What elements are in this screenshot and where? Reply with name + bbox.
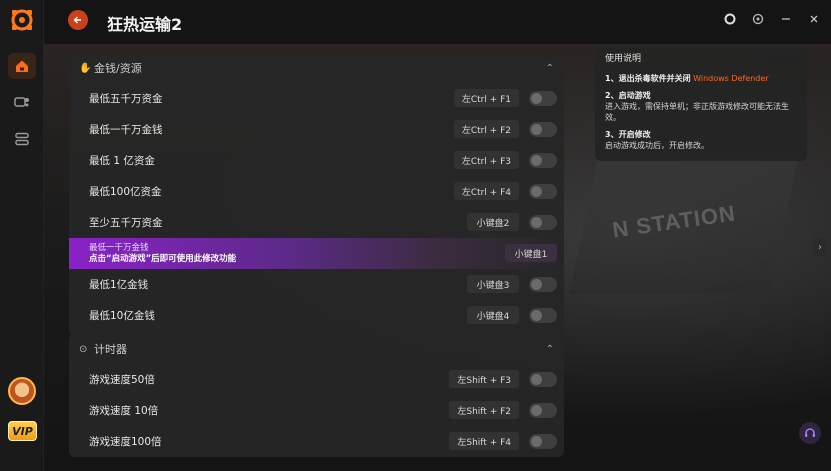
- hotkey-button[interactable]: 小键盘3: [467, 275, 519, 293]
- avatar[interactable]: [8, 377, 36, 405]
- app-logo-icon: [10, 8, 34, 32]
- database-icon: [15, 132, 29, 146]
- cheat-toggle[interactable]: [529, 153, 557, 168]
- sidebar: VIP: [0, 0, 44, 471]
- cheat-row-locked[interactable]: 最低一千万金钱 点击“启动游戏”后即可使用此修改功能 小键盘1: [69, 238, 564, 269]
- cheat-row: 最低100亿资金 左Ctrl + F4: [69, 176, 564, 207]
- money-section-header[interactable]: ✋ 金钱/资源 ⌃: [69, 53, 564, 83]
- cheat-label: 游戏速度100倍: [89, 436, 162, 448]
- cheat-hint-text: 点击“启动游戏”后即可使用此修改功能: [89, 253, 237, 264]
- instruction-step-1: 1、退出杀毒软件并关闭 Windows Defender: [605, 74, 769, 83]
- cheat-toggle[interactable]: [529, 372, 557, 387]
- hotkey-button[interactable]: 左Ctrl + F4: [453, 182, 519, 200]
- sidebar-storage-button[interactable]: [8, 126, 36, 152]
- clock-icon: ⊙: [79, 343, 88, 355]
- cheat-row: 最低一千万金钱 左Ctrl + F2: [69, 114, 564, 145]
- money-section-title: 金钱/资源: [94, 62, 142, 75]
- hotkey-button[interactable]: 左Ctrl + F2: [453, 120, 519, 138]
- chevron-up-icon[interactable]: ⌃: [546, 63, 554, 74]
- window-controls: [723, 12, 821, 26]
- cheat-toggle[interactable]: [529, 184, 557, 199]
- home-icon: [16, 60, 28, 72]
- timer-section-header[interactable]: ⊙ 计时器 ⌃: [69, 334, 564, 364]
- chevron-right-icon[interactable]: ›: [813, 238, 827, 256]
- instructions-panel: 使用说明 1、退出杀毒软件并关闭 Windows Defender 2、启动游戏…: [595, 46, 807, 161]
- hand-icon: ✋: [79, 62, 92, 74]
- cheat-row: 最低10亿金钱 小键盘4: [69, 300, 564, 331]
- gamepad-icon: [14, 97, 29, 107]
- cheat-toggle[interactable]: [529, 308, 557, 323]
- cheat-row: 游戏速度 10倍 左Shift + F2: [69, 395, 564, 426]
- cheat-label: 最低五千万资金: [89, 93, 163, 105]
- header: 狂热运输2: [44, 0, 831, 44]
- cheat-label: 最低 1 亿资金: [89, 155, 155, 167]
- hotkey-button[interactable]: 小键盘2: [467, 213, 519, 231]
- back-button[interactable]: [68, 10, 88, 30]
- cheat-toggle[interactable]: [529, 434, 557, 449]
- close-icon[interactable]: [807, 12, 821, 26]
- cheat-toggle[interactable]: [529, 122, 557, 137]
- instruction-step-3: 3、开启修改 启动游戏成功后，开启修改。: [605, 130, 709, 150]
- hotkey-button[interactable]: 左Shift + F2: [449, 401, 519, 419]
- instruction-step-2: 2、启动游戏 进入游戏，需保持单机；非正版游戏修改可能无法生效。: [605, 91, 789, 122]
- cheat-toggle[interactable]: [529, 277, 557, 292]
- cheat-label: 至少五千万资金: [89, 217, 163, 229]
- hotkey-button[interactable]: 左Shift + F4: [449, 432, 519, 450]
- settings-icon[interactable]: [751, 12, 765, 26]
- cheat-row: 最低五千万资金 左Ctrl + F1: [69, 83, 564, 114]
- windows-defender-link[interactable]: Windows Defender: [693, 74, 768, 83]
- cheat-label: 最低10亿金钱: [89, 310, 155, 322]
- cheat-row: 最低1亿金钱 小键盘3: [69, 269, 564, 300]
- cheat-row: 最低 1 亿资金 左Ctrl + F3: [69, 145, 564, 176]
- hotkey-button[interactable]: 小键盘4: [467, 306, 519, 324]
- money-section: ✋ 金钱/资源 ⌃ 最低五千万资金 左Ctrl + F1 最低一千万金钱 左Ct…: [69, 53, 564, 336]
- cheat-toggle[interactable]: [529, 91, 557, 106]
- sidebar-games-button[interactable]: [8, 89, 36, 115]
- hotkey-button[interactable]: 小键盘1: [505, 244, 557, 262]
- cheat-toggle[interactable]: [529, 403, 557, 418]
- vip-badge[interactable]: VIP: [8, 421, 37, 441]
- instructions-title: 使用说明: [605, 54, 642, 64]
- timer-section-title: 计时器: [94, 343, 127, 356]
- page-title: 狂热运输2: [107, 15, 183, 34]
- hotkey-button[interactable]: 左Ctrl + F3: [453, 151, 519, 169]
- cheat-toggle[interactable]: [529, 215, 557, 230]
- timer-section: ⊙ 计时器 ⌃ 游戏速度50倍 左Shift + F3 游戏速度 10倍 左Sh…: [69, 334, 564, 457]
- hotkey-button[interactable]: 左Shift + F3: [449, 370, 519, 388]
- cheat-row: 游戏速度100倍 左Shift + F4: [69, 426, 564, 457]
- minimize-icon[interactable]: [779, 12, 793, 26]
- sidebar-home-button[interactable]: [8, 53, 36, 79]
- cheat-row: 至少五千万资金 小键盘2: [69, 207, 564, 238]
- cheat-label: 最低1亿金钱: [89, 279, 149, 291]
- arrow-left-icon: [73, 16, 81, 24]
- chevron-up-icon[interactable]: ⌃: [546, 344, 554, 355]
- cheat-label: 最低100亿资金: [89, 186, 162, 198]
- cheat-label: 最低一千万金钱: [89, 124, 163, 136]
- record-icon[interactable]: [723, 12, 737, 26]
- hotkey-button[interactable]: 左Ctrl + F1: [453, 89, 519, 107]
- headset-icon[interactable]: [799, 422, 821, 444]
- cheat-label: 最低一千万金钱: [89, 242, 149, 253]
- cheat-row: 游戏速度50倍 左Shift + F3: [69, 364, 564, 395]
- cheat-label: 游戏速度50倍: [89, 374, 155, 386]
- cheat-label: 游戏速度 10倍: [89, 405, 159, 417]
